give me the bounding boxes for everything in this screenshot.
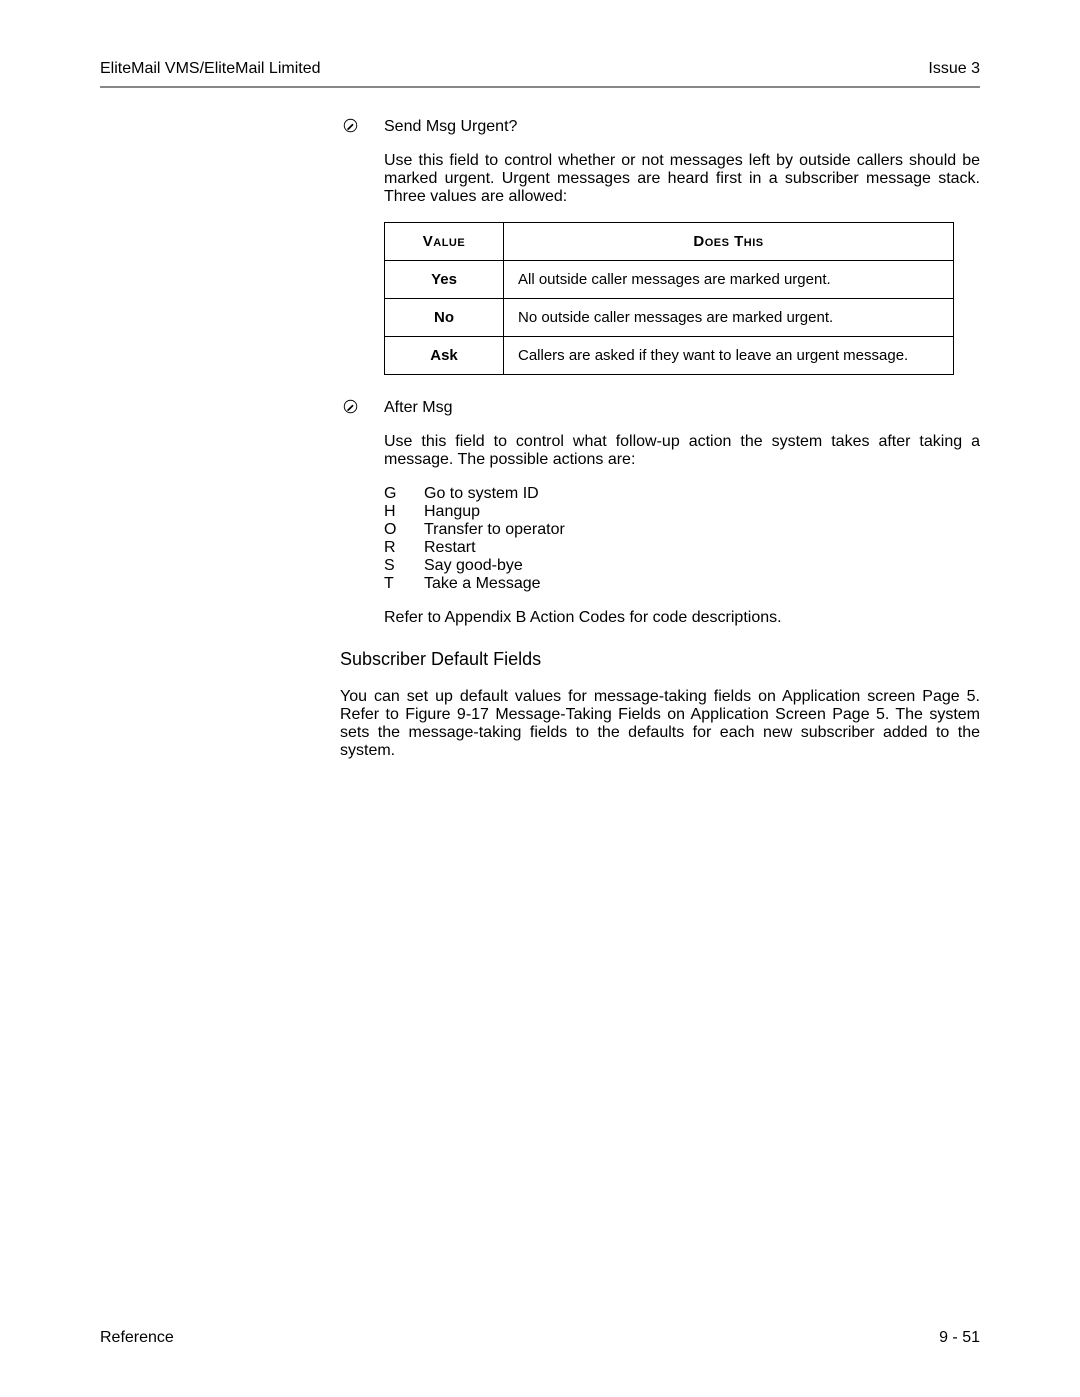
table-row: Ask Callers are asked if they want to le… [385, 337, 954, 375]
list-item: HHangup [384, 503, 980, 521]
action-code: R [384, 539, 424, 557]
table-cell-desc: All outside caller messages are marked u… [504, 261, 954, 299]
table-row: No No outside caller messages are marked… [385, 299, 954, 337]
list-item: OTransfer to operator [384, 521, 980, 539]
subscriber-paragraph: You can set up default values for messag… [340, 688, 980, 760]
table-row: Yes All outside caller messages are mark… [385, 261, 954, 299]
action-desc: Hangup [424, 503, 480, 521]
action-code: G [384, 485, 424, 503]
table-header-does-this: Does This [504, 223, 954, 261]
footer-left: Reference [100, 1329, 174, 1347]
document-page: EliteMail VMS/EliteMail Limited Issue 3 … [0, 0, 1080, 1397]
list-item: RRestart [384, 539, 980, 557]
footer-right: 9 - 51 [939, 1329, 980, 1347]
list-item: SSay good-bye [384, 557, 980, 575]
header-left: EliteMail VMS/EliteMail Limited [100, 60, 321, 78]
action-desc: Go to system ID [424, 485, 539, 503]
action-desc: Take a Message [424, 575, 541, 593]
section1-title: Send Msg Urgent? [384, 118, 517, 136]
bullet-after-msg: After Msg [340, 399, 980, 417]
action-code: O [384, 521, 424, 539]
list-item: GGo to system ID [384, 485, 980, 503]
table-header-row: Value Does This [385, 223, 954, 261]
table-cell-desc: No outside caller messages are marked ur… [504, 299, 954, 337]
table-header-value: Value [385, 223, 504, 261]
pencil-icon [340, 399, 360, 417]
action-code: H [384, 503, 424, 521]
action-code: T [384, 575, 424, 593]
page-header: EliteMail VMS/EliteMail Limited Issue 3 [100, 60, 980, 86]
list-item: TTake a Message [384, 575, 980, 593]
value-table: Value Does This Yes All outside caller m… [384, 222, 954, 375]
table-cell-value: No [385, 299, 504, 337]
section1-paragraph: Use this field to control whether or not… [384, 152, 980, 206]
action-desc: Transfer to operator [424, 521, 565, 539]
section2-title: After Msg [384, 399, 452, 417]
header-rule [100, 86, 980, 88]
page-footer: Reference 9 - 51 [100, 1329, 980, 1347]
bullet-send-msg-urgent: Send Msg Urgent? [340, 118, 980, 136]
table-cell-desc: Callers are asked if they want to leave … [504, 337, 954, 375]
action-desc: Restart [424, 539, 476, 557]
pencil-icon [340, 118, 360, 136]
subscriber-heading: Subscriber Default Fields [340, 649, 980, 670]
action-code: S [384, 557, 424, 575]
action-desc: Say good-bye [424, 557, 523, 575]
table-cell-value: Ask [385, 337, 504, 375]
section2-reference: Refer to Appendix B Action Codes for cod… [384, 609, 980, 627]
header-right: Issue 3 [928, 60, 980, 78]
section2-paragraph: Use this field to control what follow-up… [384, 433, 980, 469]
action-code-list: GGo to system ID HHangup OTransfer to op… [384, 485, 980, 593]
table-cell-value: Yes [385, 261, 504, 299]
